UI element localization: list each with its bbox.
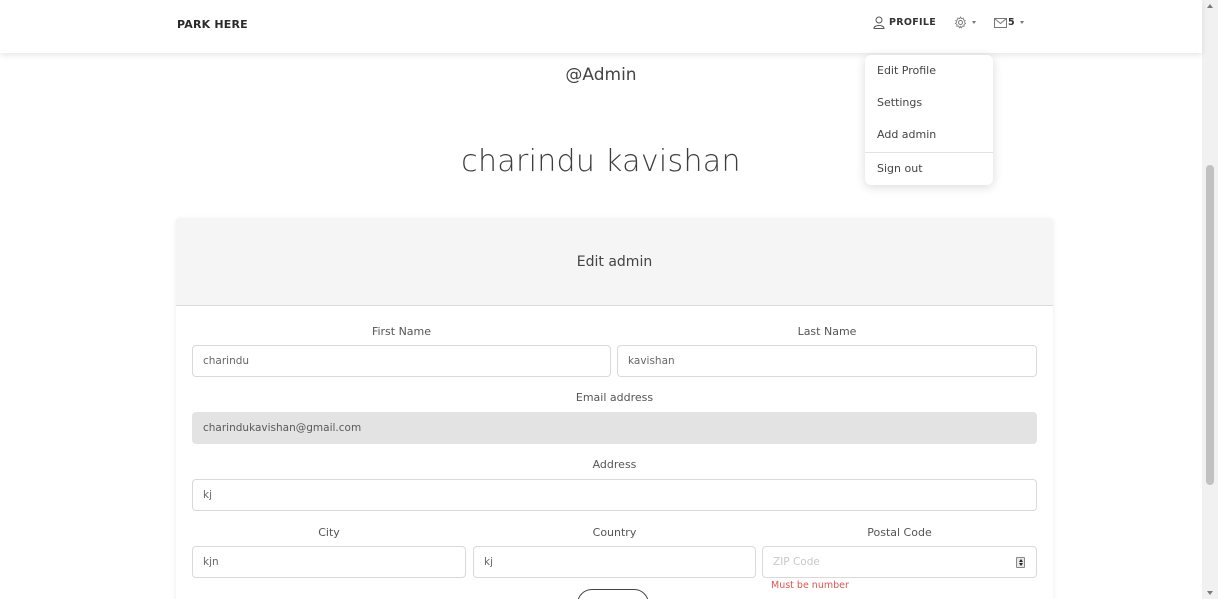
menu-item-edit-profile[interactable]: Edit Profile <box>877 64 936 77</box>
admin-full-name: charindu kavishan <box>461 144 741 179</box>
postal-code-error: Must be number <box>771 580 849 591</box>
scroll-down-arrow-icon[interactable] <box>1207 591 1213 595</box>
country-input[interactable] <box>473 546 756 578</box>
edit-admin-card: Edit admin <box>176 218 1053 599</box>
city-input[interactable] <box>192 546 466 578</box>
last-name-label: Last Name <box>797 325 857 338</box>
first-name-label: First Name <box>371 325 432 338</box>
menu-item-sign-out[interactable]: Sign out <box>877 162 923 175</box>
postal-code-input[interactable] <box>762 546 1037 578</box>
top-navbar: PARK HERE PROFILE 5 <box>0 0 1202 53</box>
envelope-icon <box>994 17 1008 28</box>
message-count-badge: 5 <box>1008 17 1015 28</box>
brand-logo[interactable]: PARK HERE <box>177 18 248 31</box>
dropdown-divider <box>865 152 993 153</box>
scroll-up-arrow-icon[interactable] <box>1207 4 1213 8</box>
submit-button[interactable] <box>577 589 649 599</box>
card-header: Edit admin <box>176 218 1053 306</box>
city-label: City <box>318 526 340 539</box>
number-spinner-icon[interactable] <box>1016 557 1025 568</box>
scrollbar-thumb[interactable] <box>1206 165 1214 485</box>
chevron-down-icon <box>972 21 977 24</box>
page-scrollbar[interactable] <box>1202 0 1218 599</box>
address-label: Address <box>592 458 637 471</box>
email-label: Email address <box>575 391 654 404</box>
user-icon <box>873 16 885 29</box>
email-field[interactable] <box>192 412 1037 444</box>
settings-dropdown-toggle[interactable] <box>954 16 977 29</box>
messages-dropdown-toggle[interactable]: 5 <box>994 17 1024 28</box>
profile-label: PROFILE <box>889 17 937 28</box>
first-name-input[interactable] <box>192 345 611 377</box>
settings-dropdown-menu: Edit Profile Settings Add admin Sign out <box>865 55 993 185</box>
profile-nav-link[interactable]: PROFILE <box>873 16 936 29</box>
menu-item-settings[interactable]: Settings <box>877 96 922 109</box>
nav-right: PROFILE 5 <box>873 16 1024 29</box>
gear-icon <box>954 16 967 29</box>
postal-code-label: Postal Code <box>867 526 932 539</box>
chevron-down-icon <box>1019 21 1024 24</box>
last-name-input[interactable] <box>617 345 1037 377</box>
country-label: Country <box>592 526 637 539</box>
address-input[interactable] <box>192 479 1037 511</box>
menu-item-add-admin[interactable]: Add admin <box>877 128 936 141</box>
card-title: Edit admin <box>576 254 653 270</box>
admin-username: @Admin <box>565 65 637 85</box>
